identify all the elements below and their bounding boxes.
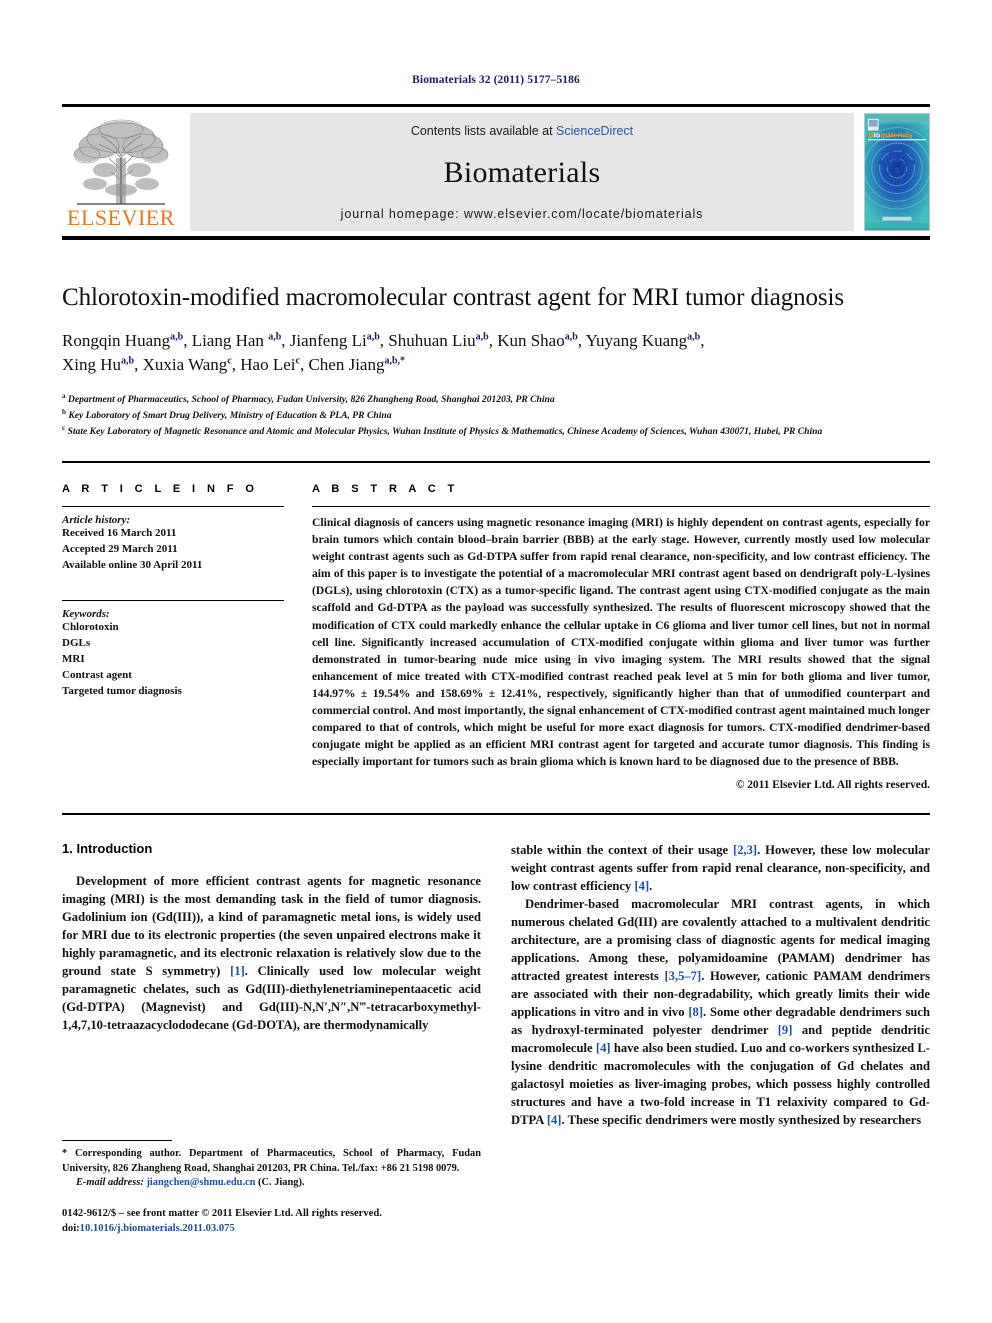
- email-label: E-mail address:: [76, 1177, 144, 1189]
- doi-label: doi:: [62, 1222, 80, 1234]
- email-link[interactable]: jiangchen@shmu.edu.cn: [146, 1177, 255, 1188]
- history-label: Article history:: [62, 514, 131, 527]
- elsevier-tree-icon: [73, 119, 169, 205]
- affiliations: a Department of Pharmaceutics, School of…: [62, 391, 930, 439]
- contents-prefix: Contents lists available at: [410, 124, 557, 138]
- affiliation-b: b Key Laboratory of Smart Drug Delivery,…: [62, 408, 392, 422]
- body-column-left: 1. Introduction Development of more effi…: [62, 841, 481, 1237]
- doi-link[interactable]: 10.1016/j.biomaterials.2011.03.075: [80, 1223, 235, 1234]
- info-abstract-region: A R T I C L E I N F O Article history: R…: [62, 483, 930, 791]
- author-line-2: Xing Hua,b, Xuxia Wangc, Hao Leic, Chen …: [62, 355, 406, 375]
- info-rule-2: [62, 600, 284, 602]
- section-heading-introduction: 1. Introduction: [62, 840, 153, 856]
- keyword-item: DGLs: [62, 637, 91, 650]
- citation-ref-8[interactable]: [8]: [688, 1005, 703, 1019]
- journal-banner: ELSEVIER Contents lists available at Sci…: [62, 104, 930, 240]
- sciencedirect-link[interactable]: ScienceDirect: [556, 124, 633, 138]
- intro-p1-part-e: .: [649, 878, 653, 893]
- intro-p2-part-f: . These specific dendrimers were mostly …: [561, 1112, 922, 1127]
- abstract-rule: [312, 506, 930, 508]
- journal-title: Biomaterials: [443, 155, 601, 189]
- divider-below-abstract: [62, 812, 930, 815]
- author-list: Rongqin Huanga,b, Liang Han a,b, Jianfen…: [62, 329, 930, 378]
- intro-p1-part-a: Development of more efficient contrast a…: [62, 873, 481, 978]
- corresponding-author-note: * Corresponding author. Department of Ph…: [62, 1147, 481, 1177]
- body-columns: 1. Introduction Development of more effi…: [62, 841, 930, 1237]
- elsevier-wordmark: ELSEVIER: [67, 205, 175, 230]
- citation-ref-4c[interactable]: [4]: [547, 1113, 562, 1127]
- issn-block: 0142-9612/$ – see front matter © 2011 El…: [62, 1207, 481, 1237]
- article-info-heading: A R T I C L E I N F O: [62, 483, 259, 496]
- intro-paragraph-2: Dendrimer-based macromolecular MRI contr…: [511, 895, 930, 1129]
- abstract-heading: A B S T R A C T: [312, 483, 459, 496]
- doi-line: doi:10.1016/j.biomaterials.2011.03.075: [62, 1222, 481, 1237]
- abstract-column: A B S T R A C T Clinical diagnosis of ca…: [312, 483, 930, 791]
- affiliation-a-text: Department of Pharmaceutics, School of P…: [67, 394, 555, 406]
- keywords-block: Keywords: Chlorotoxin DGLs MRI Contrast …: [62, 600, 284, 700]
- history-accepted: Accepted 29 March 2011: [62, 543, 178, 556]
- issn-line: 0142-9612/$ – see front matter © 2011 El…: [62, 1208, 382, 1220]
- article-info-column: A R T I C L E I N F O Article history: R…: [62, 483, 312, 790]
- author-line-1: Rongqin Huanga,b, Liang Han a,b, Jianfen…: [62, 330, 705, 350]
- intro-paragraph-1: Development of more efficient contrast a…: [62, 872, 481, 1034]
- affiliation-b-text: Key Laboratory of Smart Drug Delivery, M…: [68, 410, 392, 422]
- keyword-item: Contrast agent: [62, 668, 132, 681]
- banner-center-panel: Contents lists available at ScienceDirec…: [190, 113, 854, 231]
- journal-cover-thumbnail: B io materials: [864, 113, 930, 231]
- paper-page: Biomaterials 32 (2011) 5177–5186 ELSEVIE…: [0, 0, 992, 1323]
- affiliation-c-text: State Key Laboratory of Magnetic Resonan…: [67, 426, 823, 438]
- keywords-label: Keywords:: [62, 608, 110, 621]
- intro-p1-part-c: stable within the context of their usage: [511, 842, 733, 857]
- contents-line: Contents lists available at ScienceDirec…: [411, 124, 633, 138]
- title-block: Chlorotoxin-modified macromolecular cont…: [62, 284, 930, 439]
- journal-homepage[interactable]: journal homepage: www.elsevier.com/locat…: [341, 207, 704, 221]
- intro-paragraph-1-cont: stable within the context of their usage…: [511, 841, 930, 895]
- affiliation-c: c State Key Laboratory of Magnetic Reson…: [62, 424, 823, 438]
- svg-text:materials: materials: [881, 130, 913, 139]
- email-note: E-mail address: jiangchen@shmu.edu.cn (C…: [62, 1176, 481, 1191]
- citation-ref-1[interactable]: [1]: [230, 964, 245, 978]
- footnote-area: * Corresponding author. Department of Ph…: [62, 1139, 481, 1237]
- keyword-item: Targeted tumor diagnosis: [62, 684, 182, 697]
- elsevier-logo: ELSEVIER: [62, 113, 180, 231]
- divider-above-abstract: [62, 461, 930, 464]
- keyword-item: Chlorotoxin: [62, 621, 119, 634]
- citation-ref-3-5-7[interactable]: [3,5–7]: [664, 969, 701, 983]
- abstract-text: Clinical diagnosis of cancers using magn…: [312, 516, 930, 768]
- email-suffix: (C. Jiang).: [258, 1177, 305, 1189]
- history-received: Received 16 March 2011: [62, 527, 177, 540]
- corresponding-author-text: * Corresponding author. Department of Ph…: [62, 1147, 481, 1174]
- citation-ref-9[interactable]: [9]: [778, 1023, 793, 1037]
- cover-artwork: B io materials: [865, 114, 929, 229]
- citation-ref-4[interactable]: [4]: [634, 879, 649, 893]
- body-column-right: stable within the context of their usage…: [511, 841, 930, 1237]
- citation-ref-2-3[interactable]: [2,3]: [733, 843, 757, 857]
- citation-ref-4b[interactable]: [4]: [596, 1041, 611, 1055]
- running-head: Biomaterials 32 (2011) 5177–5186: [412, 74, 580, 86]
- info-rule-1: [62, 506, 284, 508]
- abstract-copyright: © 2011 Elsevier Ltd. All rights reserved…: [735, 778, 930, 791]
- affiliation-a: a Department of Pharmaceutics, School of…: [62, 392, 555, 406]
- keyword-item: MRI: [62, 653, 85, 665]
- footnote-rule: [62, 1139, 172, 1141]
- history-online: Available online 30 April 2011: [62, 559, 203, 572]
- page-title: Chlorotoxin-modified macromolecular cont…: [62, 284, 845, 311]
